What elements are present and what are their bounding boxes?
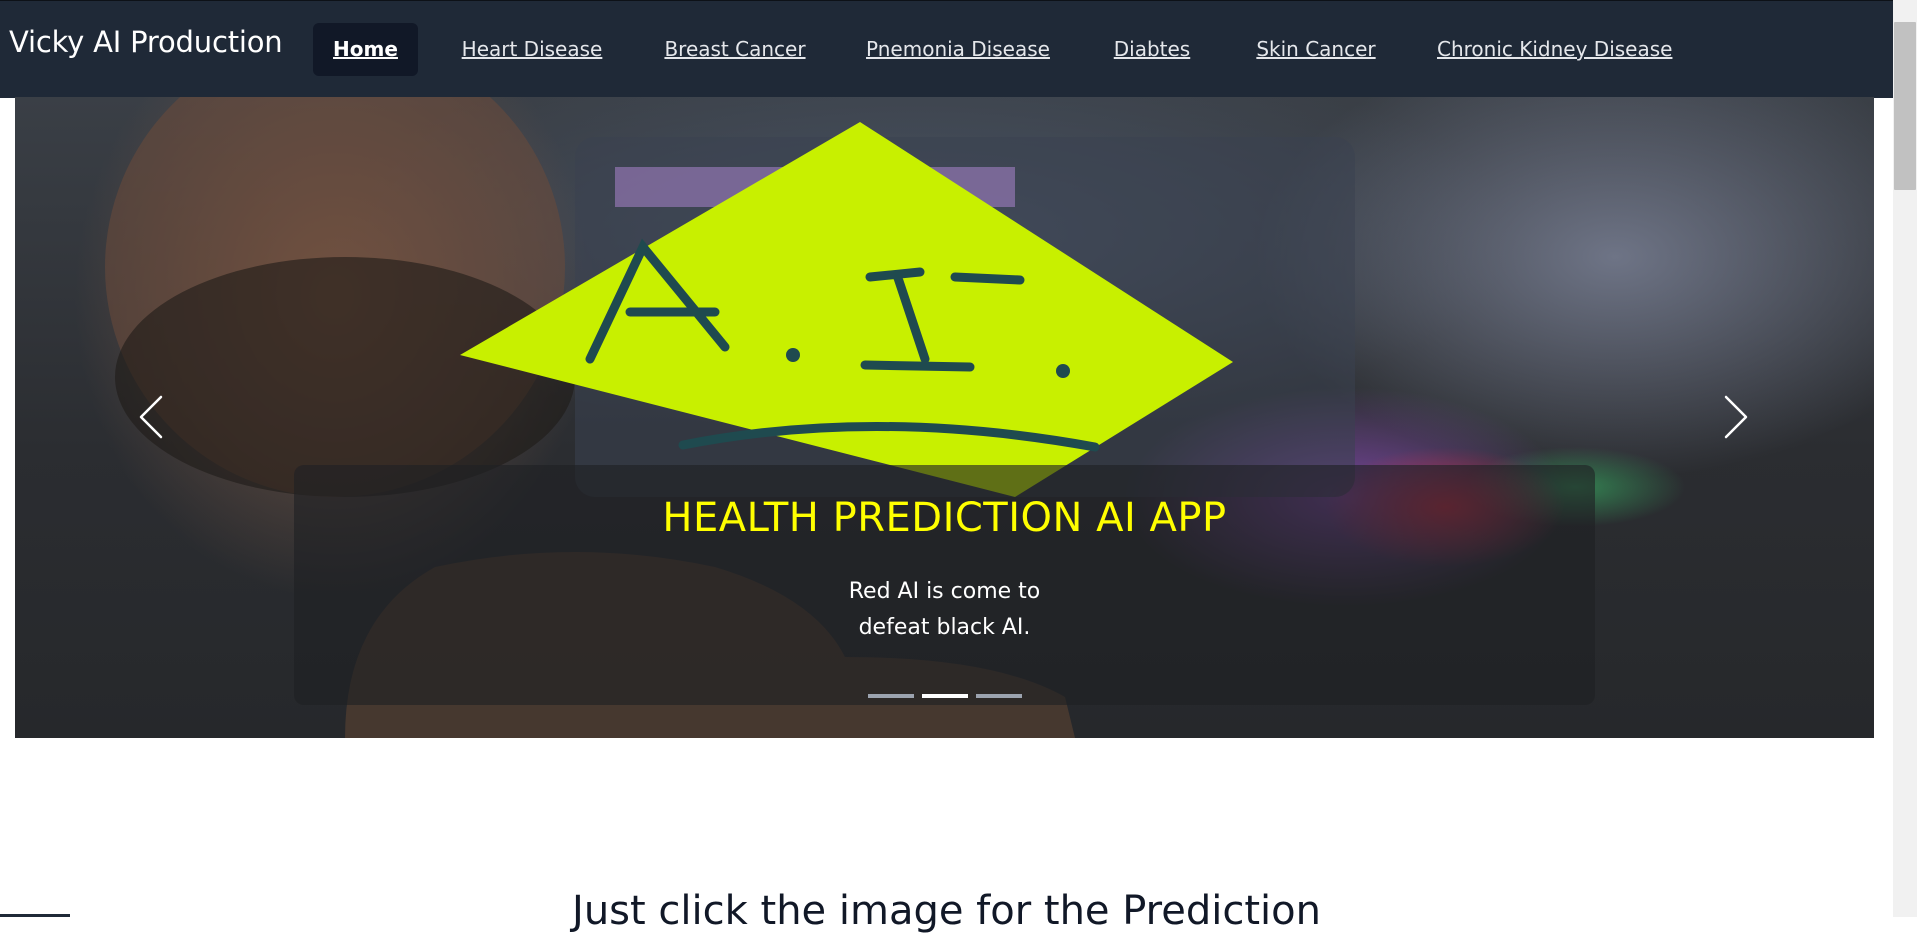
scrollbar-thumb[interactable] <box>1894 22 1916 190</box>
person-beard <box>115 257 575 497</box>
top-navbar: Vicky AI Production Home Heart Disease B… <box>0 0 1893 98</box>
carousel-indicator-2[interactable] <box>922 694 968 698</box>
sticky-note-dot-1 <box>786 348 800 362</box>
carousel-caption-title: HEALTH PREDICTION AI APP <box>662 495 1227 541</box>
chevron-left-icon <box>139 395 163 439</box>
carousel-next-button[interactable] <box>1704 387 1764 447</box>
nav-item-chronic-kidney-disease[interactable]: Chronic Kidney Disease <box>1437 23 1672 76</box>
carousel-caption-text: Red AI is come to defeat black AI. <box>848 579 1041 640</box>
hero-carousel: HEALTH PREDICTION AI APP Red AI is come … <box>15 97 1874 738</box>
carousel-prev-button[interactable] <box>123 387 183 447</box>
nav-item-pnemonia-disease[interactable]: Pnemonia Disease <box>864 23 1052 76</box>
brand-title[interactable]: Vicky AI Production <box>9 25 283 59</box>
section-heading: Just click the image for the Prediction <box>572 888 1321 934</box>
sticky-note-dot-2 <box>1056 364 1070 378</box>
nav-item-diabtes[interactable]: Diabtes <box>1108 23 1196 76</box>
nav-item-heart-disease[interactable]: Heart Disease <box>456 23 608 76</box>
nav-item-breast-cancer[interactable]: Breast Cancer <box>661 23 809 76</box>
chevron-right-icon <box>1724 395 1748 439</box>
carousel-indicator-1[interactable] <box>868 694 914 698</box>
nav-item-skin-cancer[interactable]: Skin Cancer <box>1254 23 1378 76</box>
nav-item-home[interactable]: Home <box>313 23 418 76</box>
carousel-indicator-3[interactable] <box>976 694 1022 698</box>
